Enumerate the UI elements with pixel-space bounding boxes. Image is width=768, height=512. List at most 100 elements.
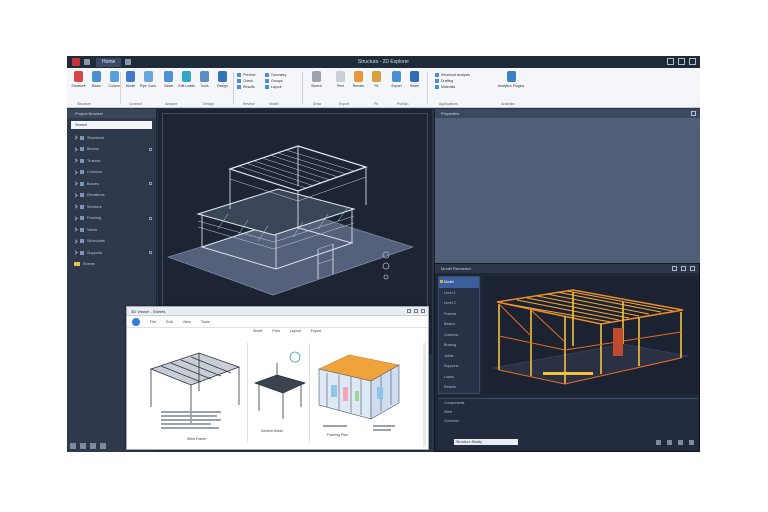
check-item[interactable]: Check: [237, 79, 255, 83]
pan-icon[interactable]: [383, 274, 389, 280]
element-icon: [80, 227, 84, 232]
more-icon[interactable]: [100, 443, 106, 449]
chevron-right-icon[interactable]: [73, 181, 78, 186]
tree-item-label: Supports: [87, 250, 103, 255]
tree-item-label: Braces: [87, 181, 99, 186]
visibility-checkbox[interactable]: [149, 147, 152, 151]
tree-item[interactable]: Schedules: [67, 236, 156, 248]
render-tree-item[interactable]: Level 2: [439, 298, 479, 309]
tree-item[interactable]: Sheets: [67, 259, 156, 271]
tree-item[interactable]: Supports: [67, 247, 156, 259]
chevron-right-icon[interactable]: [73, 216, 78, 221]
chevron-right-icon[interactable]: [73, 227, 78, 232]
refresh-icon[interactable]: [90, 443, 96, 449]
filter-icon[interactable]: [70, 443, 76, 449]
undo-icon[interactable]: [125, 59, 132, 65]
results-icon: [237, 85, 241, 89]
share-button[interactable]: Share: [407, 71, 422, 107]
visibility-checkbox[interactable]: [149, 216, 152, 220]
results-item[interactable]: Results: [237, 85, 255, 89]
render-tree-item[interactable]: Level 1: [439, 288, 479, 299]
close-icon[interactable]: [691, 111, 696, 116]
minimize-icon[interactable]: [667, 58, 674, 65]
structure-icon: [74, 71, 83, 82]
rendered-model-view[interactable]: [483, 276, 698, 394]
caption-steel-frame: Steel Frame: [187, 437, 207, 441]
drafting-item[interactable]: Drafting: [435, 79, 470, 83]
chevron-right-icon[interactable]: [73, 239, 78, 244]
structural-analysis-item[interactable]: Structural Analysis: [435, 73, 470, 77]
tree-item[interactable]: Columns: [67, 167, 156, 179]
layout-icon: [265, 85, 269, 89]
render-tree-item[interactable]: Columns: [439, 330, 479, 341]
chevron-right-icon[interactable]: [73, 250, 78, 255]
element-icon: [80, 204, 84, 209]
preview-item[interactable]: Preview: [237, 73, 255, 77]
tab-home[interactable]: Home: [96, 57, 122, 67]
tree-item[interactable]: Framing: [67, 213, 156, 225]
close-icon[interactable]: [689, 58, 696, 65]
edit-loads-button[interactable]: Edit Loads: [178, 71, 195, 107]
close-icon[interactable]: [690, 266, 695, 271]
tree-item[interactable]: Beams: [67, 144, 156, 156]
geometry-item[interactable]: Geometry: [265, 73, 286, 77]
beam-button[interactable]: Beam: [89, 71, 104, 107]
chevron-right-icon[interactable]: [73, 204, 78, 209]
layout-item[interactable]: Layout: [265, 85, 286, 89]
maximize-icon[interactable]: [678, 58, 685, 65]
render-tree-item[interactable]: Results: [439, 382, 479, 393]
render-wall-panel: [613, 328, 623, 356]
save-icon[interactable]: [84, 59, 90, 65]
tree-item[interactable]: Elevations: [67, 190, 156, 202]
camera-icon[interactable]: [656, 440, 661, 445]
render-toolbar: [656, 440, 694, 445]
render-tree-item[interactable]: Bracing: [439, 340, 479, 351]
chevron-right-icon[interactable]: [73, 147, 78, 152]
left-panel-toolbar: [70, 443, 106, 449]
render-tree-item[interactable]: Model: [439, 277, 479, 288]
render-tree-item[interactable]: Frames: [439, 309, 479, 320]
component-row[interactable]: Steel: [438, 408, 698, 417]
views-icon: [164, 71, 173, 82]
ribbon-group-label: Design: [203, 102, 214, 106]
tree-item[interactable]: Structures: [67, 132, 156, 144]
tree-item[interactable]: Sections: [67, 201, 156, 213]
app-logo-icon[interactable]: [72, 58, 80, 66]
light-icon[interactable]: [667, 440, 672, 445]
tree-item-label: Beams: [87, 147, 99, 152]
design-button[interactable]: Design: [215, 71, 230, 107]
materials-item[interactable]: Materials: [435, 85, 470, 89]
tree-item-label: Structures: [87, 135, 105, 140]
minimize-icon[interactable]: [672, 266, 677, 271]
maximize-icon[interactable]: [681, 266, 686, 271]
render-panel: Model Rendered Model Level 1 Level 2 Frames…: [434, 263, 700, 452]
render-tree-item[interactable]: Joints: [439, 351, 479, 362]
tree-item[interactable]: Trusses: [67, 155, 156, 167]
chevron-right-icon[interactable]: [73, 135, 78, 140]
settings-icon[interactable]: [689, 440, 694, 445]
groups-item[interactable]: Groups: [265, 79, 286, 83]
render-tree-item[interactable]: Beams: [439, 319, 479, 330]
model-icon: [126, 71, 135, 82]
render-tree-item[interactable]: Supports: [439, 361, 479, 372]
settings-icon[interactable]: [80, 443, 86, 449]
chevron-right-icon[interactable]: [73, 170, 78, 175]
element-icon: [80, 158, 84, 163]
visibility-checkbox[interactable]: [149, 251, 152, 255]
orbit-icon[interactable]: [382, 262, 390, 270]
element-icon: [80, 216, 84, 221]
pipe-connection-button[interactable]: Pipe Conn.: [140, 71, 157, 107]
render-icon: [354, 71, 363, 82]
chevron-right-icon[interactable]: [73, 158, 78, 163]
render-tree-item[interactable]: Loads: [439, 372, 479, 383]
search-input[interactable]: Search: [71, 121, 152, 129]
visibility-checkbox[interactable]: [149, 182, 152, 186]
tree-item[interactable]: Views: [67, 224, 156, 236]
material-icon[interactable]: [678, 440, 683, 445]
tree-item[interactable]: Braces: [67, 178, 156, 190]
chevron-right-icon[interactable]: [73, 193, 78, 198]
sheet-viewer-window: 3D Viewer - Sheets File Edit View Tools …: [126, 306, 429, 450]
component-row[interactable]: Concrete: [438, 417, 698, 426]
render-button[interactable]: Render: [351, 71, 366, 107]
tree-item-label: Sections: [87, 204, 102, 209]
